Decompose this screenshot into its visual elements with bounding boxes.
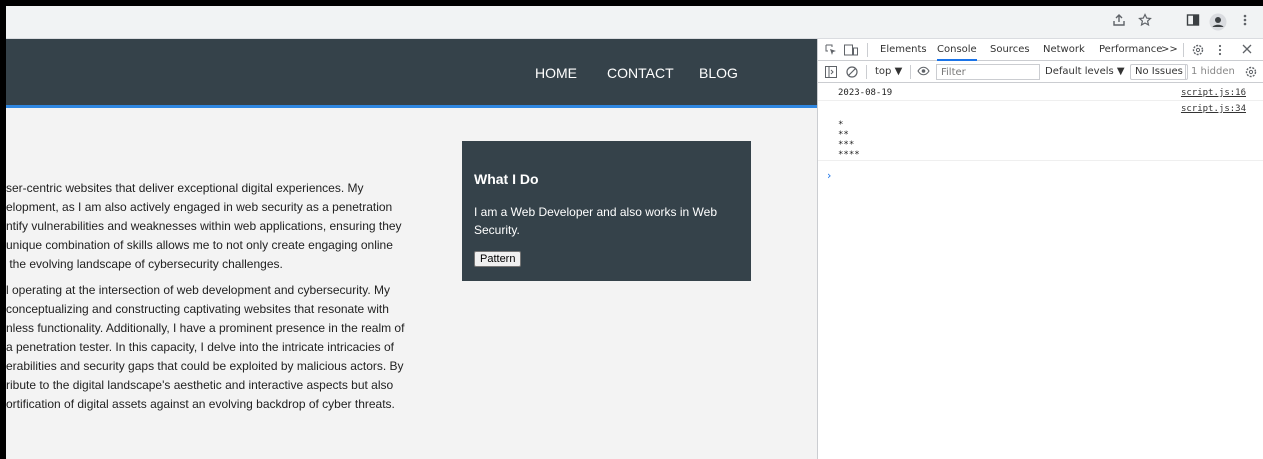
close-icon[interactable]	[1242, 44, 1252, 58]
devtools-menu-icon[interactable]	[1218, 44, 1222, 60]
web-page: HOME CONTACT BLOG ser-centric websites t…	[6, 39, 817, 459]
console-toolbar: top ▼ Default levels ▼ No Issues 1 hidde…	[818, 61, 1263, 83]
tab-console[interactable]: Console	[937, 44, 977, 61]
log-levels-select[interactable]: Default levels ▼	[1045, 66, 1125, 78]
log-message: * ** *** ****	[838, 120, 860, 160]
console-log-entry: * ** *** **** script.js:34	[818, 101, 1263, 161]
inspect-icon[interactable]	[825, 44, 837, 60]
browser-toolbar	[6, 6, 1263, 39]
hidden-count: 1 hidden	[1191, 66, 1235, 77]
console-filter-input[interactable]	[936, 64, 1040, 80]
devtools-panel: Elements Console Sources Network Perform…	[817, 39, 1263, 459]
what-i-do-card: What I Do I am a Web Developer and also …	[462, 141, 751, 281]
devtools-tab-bar: Elements Console Sources Network Perform…	[818, 39, 1263, 61]
context-select[interactable]: top ▼	[875, 66, 902, 78]
log-source-link[interactable]: script.js:34	[1181, 104, 1246, 114]
card-title: What I Do	[474, 171, 539, 187]
console-sidebar-icon[interactable]	[825, 66, 837, 82]
settings-icon[interactable]	[1192, 44, 1204, 60]
nav-blog-link[interactable]: BLOG	[699, 65, 738, 81]
browser-window: HOME CONTACT BLOG ser-centric websites t…	[6, 6, 1263, 459]
site-navbar: HOME CONTACT BLOG	[6, 39, 817, 108]
issues-button[interactable]: No Issues	[1130, 64, 1188, 80]
log-message: 2023-08-19	[838, 88, 893, 98]
console-settings-icon[interactable]	[1245, 66, 1257, 82]
card-description: I am a Web Developer and also works in W…	[474, 205, 718, 237]
pattern-button[interactable]: Pattern	[474, 251, 522, 267]
star-icon[interactable]	[1138, 13, 1152, 32]
nav-home-link[interactable]: HOME	[535, 65, 577, 81]
device-toolbar-icon[interactable]	[844, 44, 858, 60]
console-log-entry: 2023-08-19 script.js:16	[818, 85, 1263, 101]
menu-icon[interactable]	[1242, 13, 1248, 32]
tab-performance[interactable]: Performance	[1099, 44, 1162, 56]
about-text: ser-centric websites that deliver except…	[6, 179, 446, 421]
more-tabs-button[interactable]: >>	[1161, 44, 1178, 56]
sidebar-icon[interactable]	[1186, 13, 1200, 32]
about-paragraph-1: ser-centric websites that deliver except…	[6, 181, 402, 271]
tab-sources[interactable]: Sources	[990, 44, 1030, 56]
tab-elements[interactable]: Elements	[880, 44, 927, 56]
share-icon[interactable]	[1112, 13, 1126, 32]
about-paragraph-2: l operating at the intersection of web d…	[6, 283, 405, 411]
console-prompt[interactable]: ›	[827, 169, 831, 182]
log-source-link[interactable]: script.js:16	[1181, 88, 1246, 98]
nav-contact-link[interactable]: CONTACT	[607, 65, 674, 81]
tab-network[interactable]: Network	[1043, 44, 1085, 56]
profile-icon[interactable]	[1209, 13, 1227, 36]
clear-console-icon[interactable]	[846, 66, 858, 82]
live-expression-icon[interactable]	[917, 66, 930, 80]
